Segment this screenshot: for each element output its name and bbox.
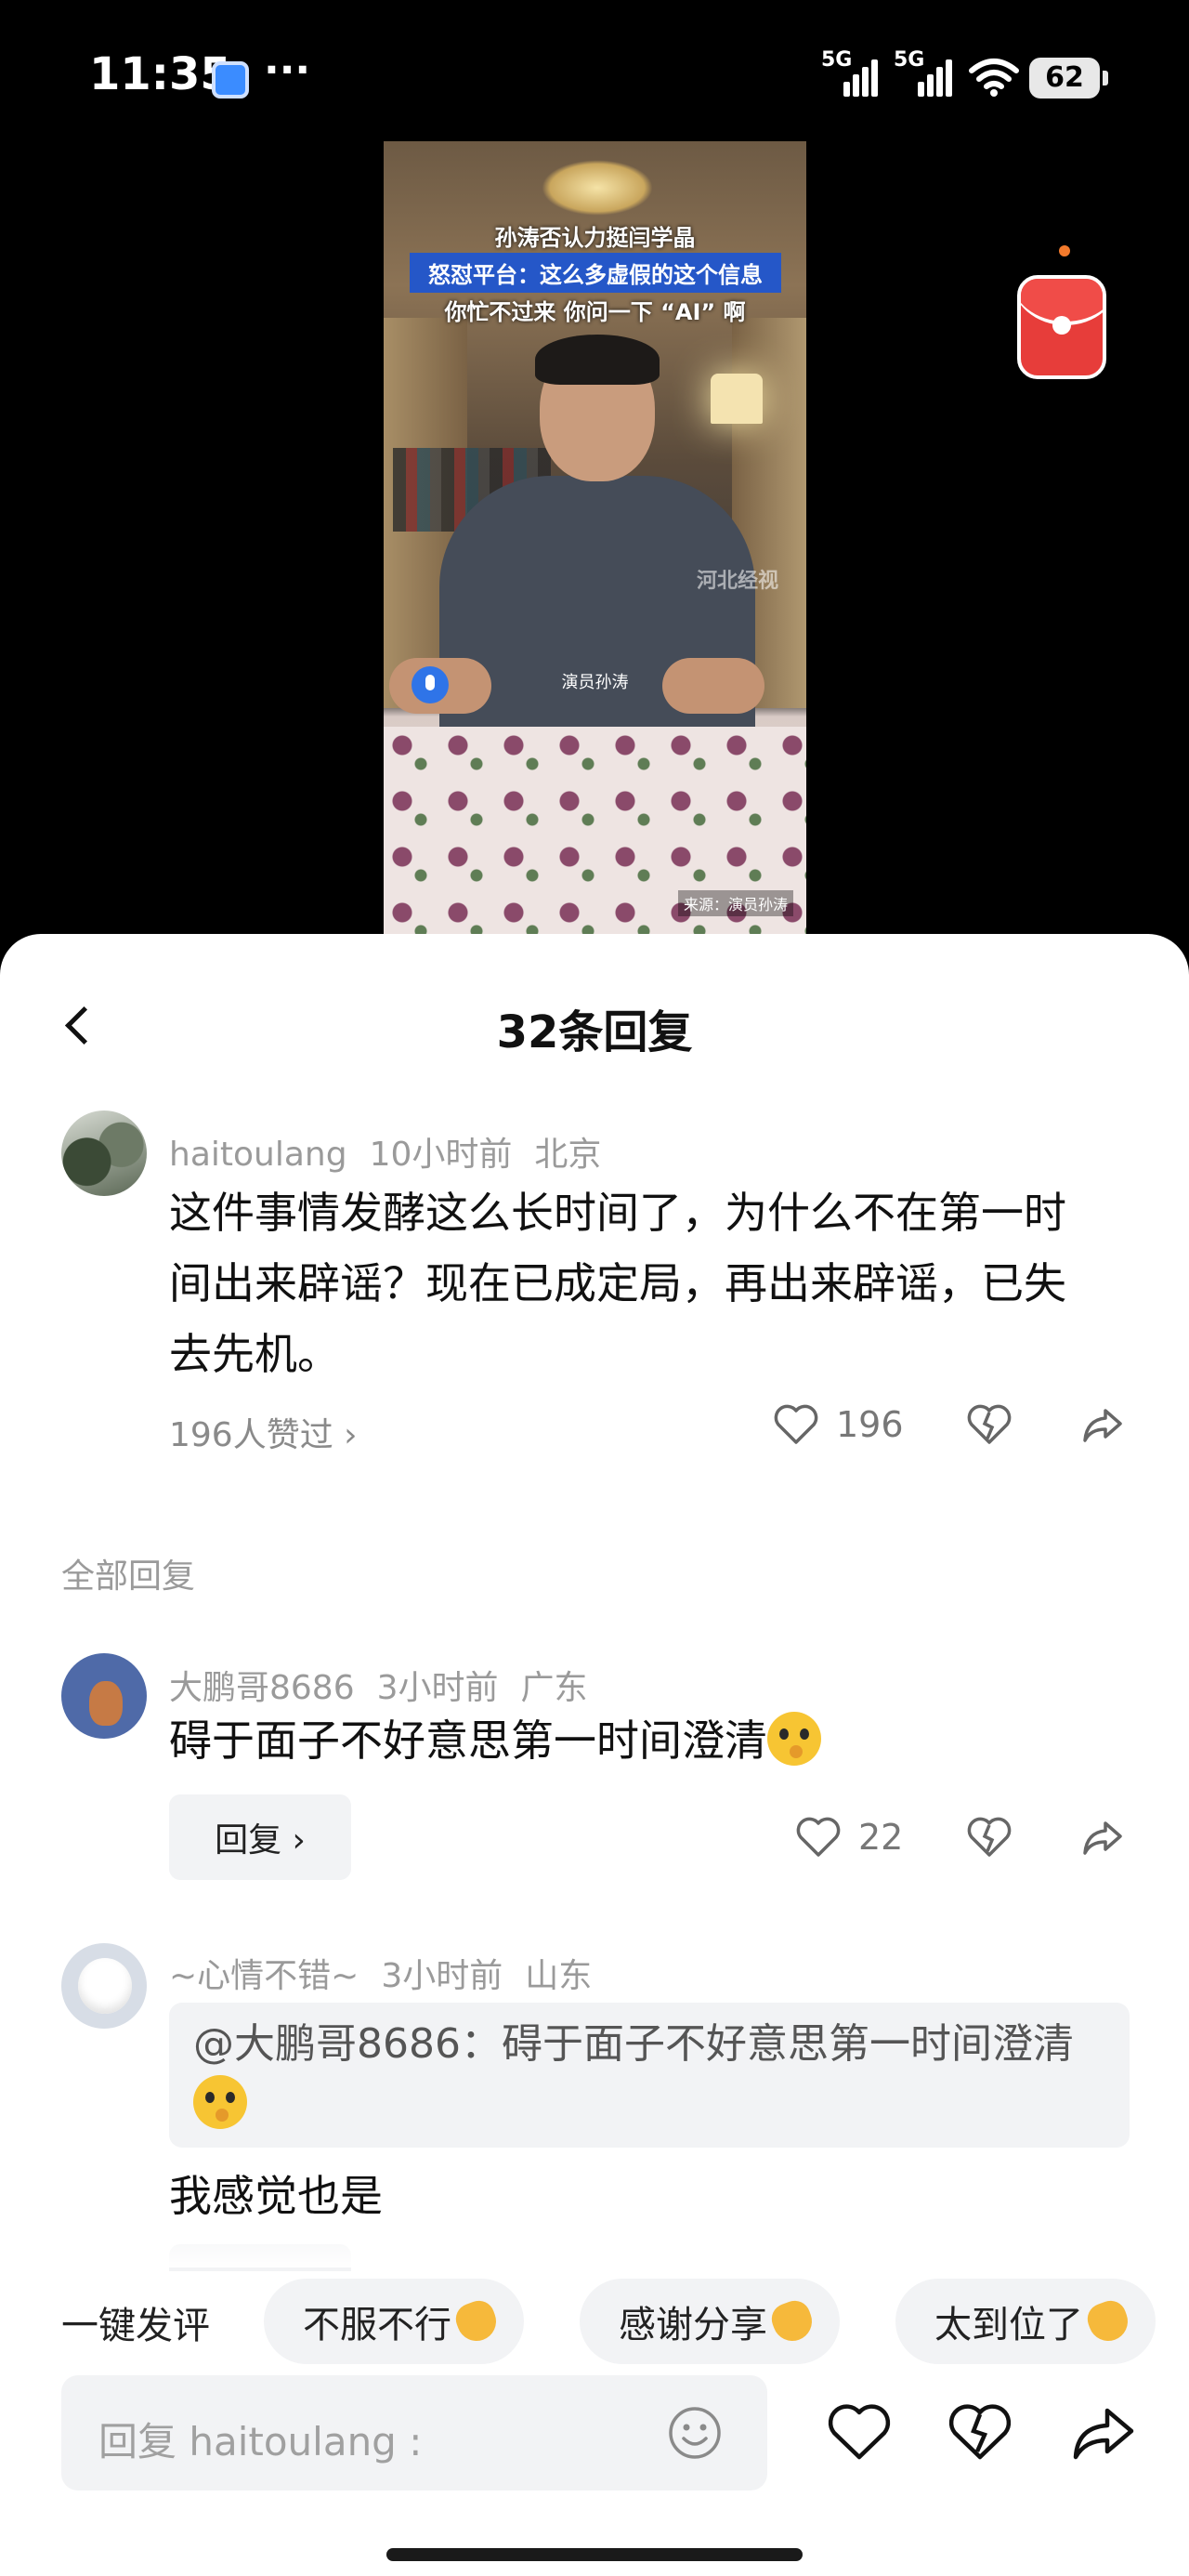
sheet-header: 32条回复 [0, 992, 1189, 1058]
signal-icon-2: 5G [894, 48, 955, 97]
broken-heart-icon [967, 1404, 1012, 1444]
reply-text: 碍于面子不好意思第一时间澄清 [169, 1705, 1098, 1776]
like-count: 22 [858, 1817, 904, 1858]
red-packet-badge [1059, 245, 1070, 256]
clap-emoji-icon [767, 2296, 817, 2346]
clap-emoji-icon [1083, 2296, 1133, 2346]
clap-emoji-icon [451, 2296, 502, 2346]
avatar[interactable] [61, 1111, 147, 1196]
comment-location: 北京 [534, 1136, 602, 1174]
comment-time: 10小时前 [369, 1136, 513, 1174]
quick-comment-chip[interactable]: 感谢分享 [580, 2279, 840, 2364]
like-count: 196 [836, 1404, 904, 1445]
home-indicator[interactable] [386, 2548, 803, 2561]
clock: 11:35 [89, 48, 231, 100]
video-watermark: 河北经视 [696, 570, 778, 593]
reply-location: 广东 [520, 1669, 588, 1707]
comment-username[interactable]: haitoulang [169, 1136, 347, 1174]
likes-link[interactable]: 196人赞过 › [169, 1408, 358, 1456]
reply-location: 山东 [525, 1957, 593, 1995]
dislike-button[interactable] [966, 1811, 1013, 1863]
like-button[interactable]: 196 [773, 1399, 904, 1451]
heart-icon [796, 1817, 841, 1857]
reply-username[interactable]: 大鹏哥8686 [169, 1669, 355, 1707]
video-caption-line2: 怒怼平台：这么多虚假的这个信息 [410, 253, 781, 293]
reply-time: 3小时前 [381, 1957, 503, 1995]
section-label-all-replies: 全部回复 [61, 1557, 196, 1596]
dislike-button[interactable] [966, 1399, 1013, 1451]
video-person-hair [535, 335, 660, 385]
main-comment-text: 这件事情发酵这么长时间了，为什么不在第一时间出来辟谣？现在已成定局，再出来辟谣，… [169, 1188, 1066, 1379]
reply-meta: ~心情不错~ 3小时前 山东 [169, 1949, 614, 1997]
shush-emoji-icon [193, 2075, 247, 2129]
reply-text-content: 碍于面子不好意思第一时间澄清 [169, 1715, 767, 1766]
status-bar: 11:35 ··· 5G 5G 62 [0, 0, 1189, 158]
battery-icon: 62 [1029, 58, 1108, 99]
notification-app-icon [212, 61, 249, 99]
like-button[interactable]: 22 [795, 1811, 903, 1863]
comment-input-bar: 回复 haitoulang : [0, 2375, 1189, 2576]
comment-meta: haitoulang 10小时前 北京 [169, 1127, 623, 1176]
scroll-fade [0, 2221, 1189, 2267]
share-icon[interactable] [1070, 2403, 1137, 2463]
avatar[interactable] [61, 1653, 147, 1739]
avatar[interactable] [61, 1943, 147, 2029]
more-notifications-icon: ··· [264, 46, 311, 94]
broken-heart-icon [967, 1817, 1012, 1857]
video-chandelier [542, 160, 653, 216]
quoted-comment[interactable]: @大鹏哥8686：碍于面子不好意思第一时间澄清 [169, 2003, 1130, 2148]
reply-input[interactable]: 回复 haitoulang : [61, 2375, 767, 2491]
red-packet-icon[interactable] [1017, 275, 1106, 379]
video-speaker-label: 演员孙涛 [561, 673, 629, 692]
heart-icon[interactable] [827, 2403, 892, 2463]
reply-username[interactable]: ~心情不错~ [169, 1957, 359, 1995]
quick-comment-chip[interactable]: 太到位了 [895, 2279, 1156, 2364]
emoji-picker-icon[interactable] [667, 2405, 723, 2461]
quick-comment-bar: 一键发评 不服不行 感谢分享 太到位了 [0, 2271, 1189, 2373]
quick-comment-label: 一键发评 [61, 2305, 210, 2347]
reply-button[interactable]: 回复 › [169, 1794, 351, 1880]
share-button[interactable] [1079, 1399, 1126, 1451]
video-caption-line1: 孙涛否认力挺闫学晶 [494, 225, 696, 251]
reply-time: 3小时前 [376, 1669, 499, 1707]
wifi-icon [969, 59, 1019, 97]
signal-icon: 5G [821, 48, 878, 97]
quick-comment-chip[interactable]: 不服不行 [264, 2279, 524, 2364]
broken-heart-icon[interactable] [947, 2403, 1013, 2463]
share-button[interactable] [1079, 1811, 1126, 1863]
video-lamp [711, 374, 763, 424]
quoted-comment-text: @大鹏哥8686：碍于面子不好意思第一时间澄清 [193, 2020, 1074, 2068]
reply-meta: 大鹏哥8686 3小时前 广东 [169, 1661, 610, 1709]
sheet-title: 32条回复 [496, 1006, 693, 1058]
video-player[interactable]: 孙涛否认力挺闫学晶 怒怼平台：这么多虚假的这个信息 你忙不过来 你问一下 “AI… [384, 141, 806, 940]
video-caption-line3: 你忙不过来 你问一下 “AI” 啊 [444, 299, 746, 325]
video-source-label: 来源：演员孙涛 [677, 890, 793, 916]
share-icon [1083, 1821, 1122, 1855]
reply-input-placeholder: 回复 haitoulang : [98, 2419, 423, 2464]
heart-icon [774, 1404, 818, 1444]
share-icon [1083, 1409, 1122, 1442]
shush-emoji-icon [767, 1711, 821, 1766]
